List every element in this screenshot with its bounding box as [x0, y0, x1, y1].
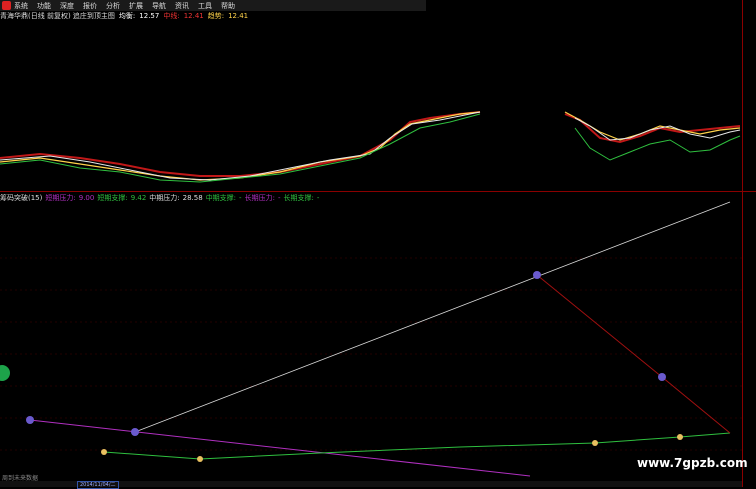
mid-pressure-value: 28.58	[182, 194, 203, 202]
short-support-label: 短期支撑:	[97, 194, 128, 202]
date-cursor: 2014/11/04/二	[77, 481, 119, 489]
grid-lines	[0, 257, 742, 451]
right-price-axis	[742, 0, 756, 487]
marker-gold-1[interactable]	[101, 449, 107, 455]
marker-purple-2[interactable]	[131, 428, 139, 436]
short-support-value: 9.42	[130, 194, 147, 202]
marker-gold-3[interactable]	[592, 440, 598, 446]
long-support-label: 长期支撑:	[283, 194, 314, 202]
short-pressure-label: 短期压力:	[45, 194, 76, 202]
mid-pressure-line	[134, 201, 731, 433]
indicator-row: 筹码突破(15) 短期压力: 9.00 短期支撑: 9.42 中期压力: 28.…	[0, 193, 322, 203]
panel-divider	[0, 191, 756, 192]
price-line-right-yellow	[564, 111, 741, 141]
price-line-yellow	[0, 111, 481, 181]
short-pressure-value: 9.00	[78, 194, 95, 202]
mid-support-label: 中期支撑:	[205, 194, 237, 202]
marker-purple-1[interactable]	[26, 416, 34, 424]
mid-pressure-label: 中期压力:	[149, 194, 180, 202]
marker-gold-4[interactable]	[677, 434, 683, 440]
long-pressure-label: 长期压力:	[244, 194, 275, 202]
long-pressure-value: -	[277, 194, 281, 202]
price-line-white	[0, 111, 481, 181]
indicator-name: 筹码突破(15)	[0, 194, 43, 202]
marker-purple-3[interactable]	[533, 271, 541, 279]
price-line-right-red	[564, 113, 741, 144]
marker-gold-2[interactable]	[197, 456, 203, 462]
short-pressure-line	[29, 419, 531, 477]
chart-canvas	[0, 111, 742, 477]
mid-support-value: -	[239, 194, 242, 202]
long-support-value: -	[316, 194, 320, 202]
marker-purple-4[interactable]	[658, 373, 666, 381]
watermark-text: www.7gpzb.com	[637, 456, 748, 470]
